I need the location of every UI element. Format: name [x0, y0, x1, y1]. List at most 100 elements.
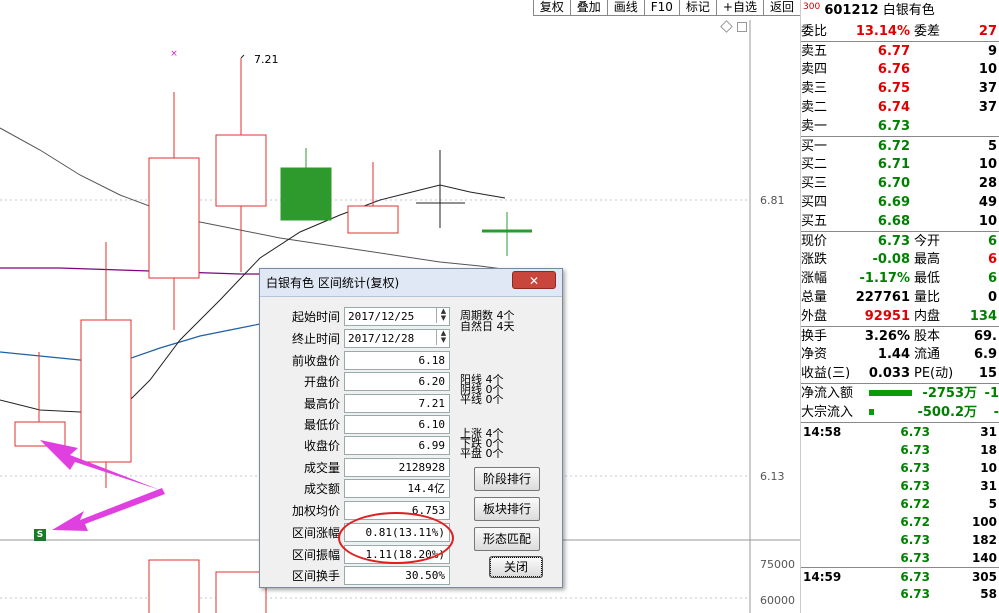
flow-value-2: -1 [984, 386, 999, 401]
field-row: 起始时间 2017/12/25 ▲ ▼ [260, 307, 450, 327]
toolbar-draw-button[interactable]: 画线 [606, 0, 644, 16]
field-row: 成交额 14.4亿 [260, 479, 450, 499]
field-label: 前收盘价 [291, 354, 340, 368]
field-value: 6.10 [344, 415, 450, 434]
quote-value-2: 6 [987, 252, 997, 267]
sector-rank-button[interactable]: 板块排行 [474, 497, 540, 521]
toolbar-f10-button[interactable]: F10 [643, 0, 679, 16]
date-picker[interactable]: 2017/12/25 [344, 307, 450, 326]
quote-label: 委比 [801, 24, 828, 39]
quote-value-2: 6 [987, 271, 997, 286]
fund-flow-row: 大宗流入 -500.2万 - [801, 403, 999, 422]
window-icon[interactable] [737, 22, 747, 32]
quote-row: 涨幅 -1.17% 最低 6 [801, 269, 999, 288]
quote-label: 买二 [801, 157, 828, 172]
tick-row: 6.73 140 [801, 549, 999, 567]
field-row: 区间换手 30.50% [260, 566, 450, 586]
quote-value: 6.68 [877, 214, 910, 229]
stock-name: 白银有色 [882, 3, 935, 18]
toolbar-overlay-button[interactable]: 叠加 [569, 0, 607, 16]
quote-label-2: 量比 [914, 290, 941, 305]
quote-value: 1.44 [877, 347, 910, 362]
tick-time [801, 459, 845, 477]
field-row: 开盘价 6.20 [260, 372, 450, 392]
sell-signal-badge[interactable]: S [34, 529, 46, 541]
tick-volume: 58 [980, 587, 997, 601]
field-row: 加权均价 6.753 [260, 501, 450, 521]
toolbar-mark-button[interactable]: 标记 [678, 0, 716, 16]
field-row: 区间振幅 1.11(18.20%) [260, 545, 450, 565]
spinner-icon[interactable]: ▲ ▼ [436, 330, 450, 345]
quote-label: 换手 [801, 329, 828, 344]
quote-value: 6.74 [877, 100, 910, 115]
tick-row: 6.72 100 [801, 513, 999, 531]
tick-time [801, 531, 845, 549]
tick-row: 6.73 58 [801, 585, 999, 603]
quote-label-2: 内盘 [914, 309, 941, 324]
toolbar-add-watchlist-button[interactable]: +自选 [715, 0, 763, 16]
quote-row: 卖五 6.77 9 [801, 41, 999, 60]
dialog-close-button[interactable]: ✕ [512, 271, 556, 289]
quote-value-2: 37 [978, 81, 997, 96]
quote-label: 涨幅 [801, 271, 828, 286]
toolbar-fuquan-button[interactable]: 复权 [532, 0, 570, 16]
field-row: 区间涨幅 0.81(13.11%) [260, 523, 450, 543]
quote-label: 净资 [801, 347, 828, 362]
tick-row: 14:58 6.73 31 [801, 423, 999, 441]
volume-tick: 60000 [760, 594, 795, 607]
date-picker[interactable]: 2017/12/28 [344, 329, 450, 348]
quote-row: 委比 13.14% 委差 27 [801, 22, 999, 41]
stat-period-count: 周期数 4个 [460, 309, 515, 322]
field-label: 最高价 [303, 397, 340, 411]
pattern-match-button[interactable]: 形态匹配 [474, 527, 540, 551]
quote-value-2: 6 [987, 234, 997, 249]
quote-value: 6.75 [877, 81, 910, 96]
stage-rank-button[interactable]: 阶段排行 [474, 467, 540, 491]
candle-body [215, 134, 267, 207]
quote-value: -1.17% [859, 271, 911, 286]
quote-row: 买五 6.68 10 [801, 212, 999, 231]
field-label: 加权均价 [291, 504, 340, 518]
price-tick: 6.81 [760, 194, 785, 207]
spinner-icon[interactable]: ▲ ▼ [436, 308, 450, 323]
quote-value-2: 37 [978, 100, 997, 115]
quote-label-2: 今开 [914, 234, 941, 249]
quote-value-2: 9 [987, 44, 997, 59]
quote-label: 卖一 [801, 119, 828, 134]
dialog-ok-close-button[interactable]: 关闭 [489, 556, 543, 578]
quote-row: 外盘 92951 内盘 134 [801, 307, 999, 326]
quote-value-2: 27 [978, 24, 997, 39]
quote-row: 卖二 6.74 37 [801, 98, 999, 117]
field-label: 起始时间 [291, 310, 340, 324]
tick-price: 6.73 [900, 570, 930, 584]
tick-row: 6.73 10 [801, 459, 999, 477]
tick-row: 6.73 31 [801, 477, 999, 495]
quote-value: 13.14% [855, 24, 910, 39]
quote-label: 收益(三) [801, 366, 851, 381]
quote-label: 外盘 [801, 309, 828, 324]
quote-value-2 [958, 117, 999, 136]
flow-label: 大宗流入 [801, 405, 854, 420]
toolbar-back-button[interactable]: 返回 [762, 0, 800, 16]
field-row: 终止时间 2017/12/28 ▲ ▼ [260, 329, 450, 349]
quote-label-2 [914, 212, 958, 231]
quote-label-2: 流通 [914, 347, 941, 362]
quote-value-2: 10 [978, 157, 997, 172]
tick-volume: 31 [980, 479, 997, 493]
field-value: 1.11(18.20%) [344, 545, 450, 564]
field-value: 30.50% [344, 566, 450, 585]
tick-price: 6.72 [900, 515, 930, 529]
field-value: 7.21 [344, 394, 450, 413]
field-value: 6.99 [344, 436, 450, 455]
field-row: 最低价 6.10 [260, 415, 450, 435]
field-label: 区间涨幅 [291, 526, 340, 540]
quote-value-2: 49 [978, 195, 997, 210]
stat-flat-candles: 平线 0个 [460, 393, 504, 406]
quote-value: -0.08 [872, 252, 910, 267]
volume-bar [148, 559, 200, 613]
field-row: 最高价 7.21 [260, 394, 450, 414]
quote-value: 6.71 [877, 157, 910, 172]
quote-value: 6.73 [877, 119, 910, 134]
tick-price: 6.73 [900, 461, 930, 475]
candle-body [347, 205, 399, 234]
